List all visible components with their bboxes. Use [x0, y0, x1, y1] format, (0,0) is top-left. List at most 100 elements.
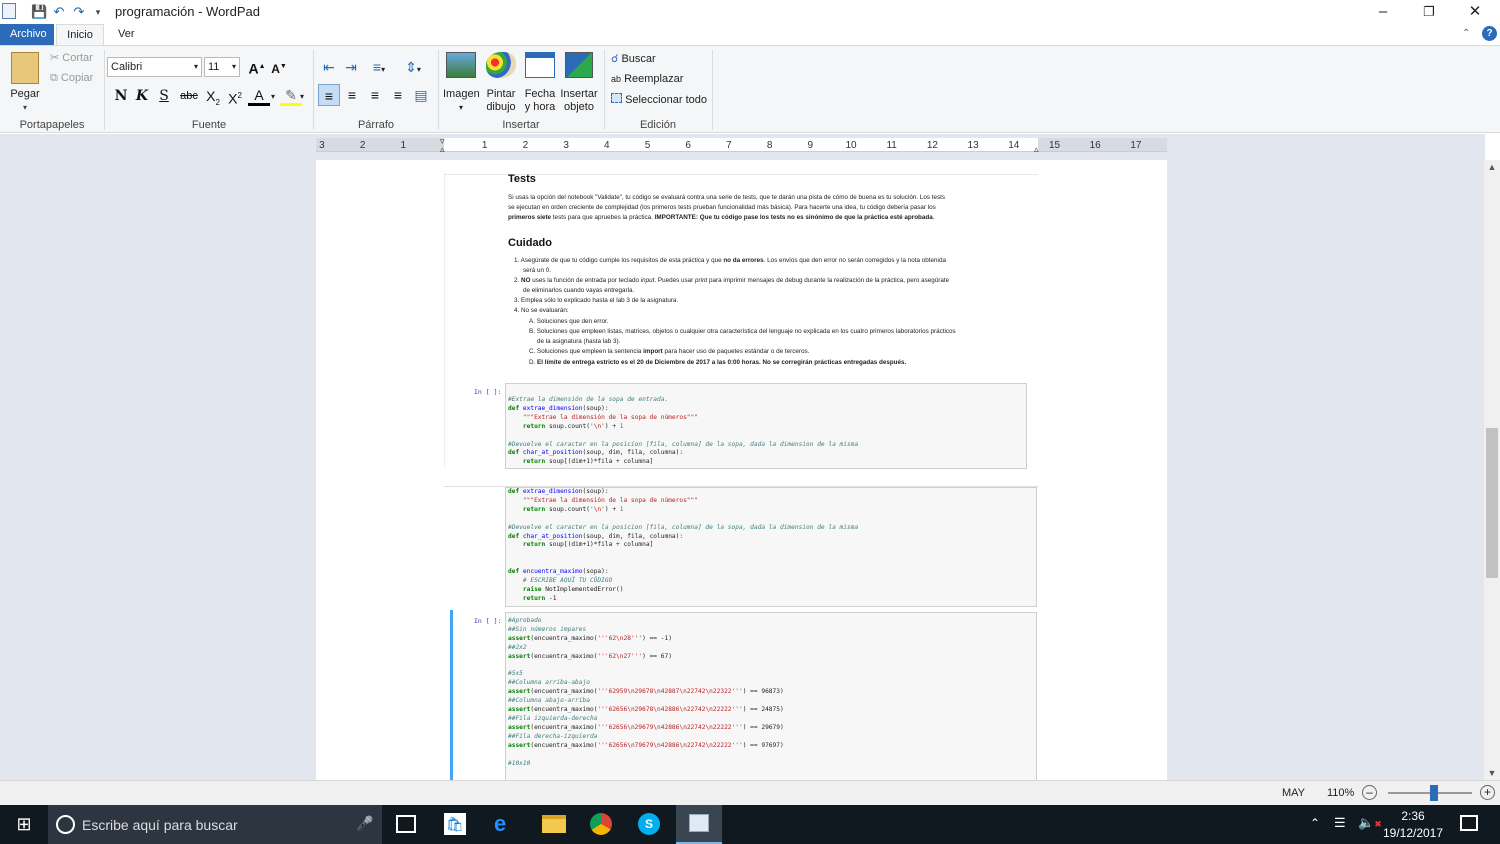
chevron-down-icon: ▾	[193, 62, 198, 71]
zoom-out-button[interactable]: –	[1362, 785, 1377, 800]
redo-icon[interactable]: ↷	[71, 4, 87, 20]
code-comment: #Extrae la dimensión de la sopa de entra…	[508, 396, 669, 403]
code-keyword: return	[508, 541, 546, 549]
ruler-tick-label: 3	[319, 140, 325, 151]
show-hidden-icons-icon[interactable]: ⌃	[1310, 816, 1320, 830]
clock-time[interactable]: 2:36	[1384, 809, 1442, 823]
code-text: ) == 67)	[642, 652, 672, 660]
line-spacing-icon[interactable]: ⇕▾	[399, 56, 427, 78]
edge-icon[interactable]: e	[494, 811, 506, 837]
document-page[interactable]: Tests Si usas la opción del notebook "Va…	[316, 160, 1167, 780]
date-time-button[interactable]: Fecha y hora	[522, 52, 558, 114]
scrollbar-thumb[interactable]	[1486, 428, 1498, 578]
tab-archivo[interactable]: Archivo	[0, 24, 54, 45]
font-group-label: Fuente	[191, 119, 227, 131]
search-box[interactable]: Escribe aquí para buscar 🎤	[48, 805, 382, 844]
minimize-button[interactable]: –	[1360, 0, 1406, 24]
network-icon[interactable]: ☰	[1334, 815, 1346, 831]
ruler-tick-label: 11	[886, 140, 897, 151]
find-button[interactable]: ☌ Buscar	[611, 53, 656, 66]
store-icon[interactable]: 🛍	[444, 813, 466, 835]
paste-label: Pegar	[10, 88, 40, 100]
list-text: D.	[529, 359, 538, 366]
superscript-icon[interactable]: X2	[224, 85, 246, 107]
collapse-ribbon-icon[interactable]: ⌃	[1462, 28, 1470, 39]
save-icon[interactable]: 💾	[31, 4, 47, 20]
help-icon[interactable]: ?	[1482, 26, 1497, 41]
maximize-button[interactable]: ❐	[1406, 0, 1452, 24]
scroll-up-icon[interactable]: ▲	[1484, 162, 1500, 172]
code-string: '''62\n28'''	[597, 634, 643, 642]
customize-quick-access-icon[interactable]: ▾	[90, 4, 106, 20]
wordpad-taskbar-button[interactable]	[676, 805, 722, 844]
highlight-icon[interactable]: ✎	[280, 84, 302, 106]
tab-ver[interactable]: Ver	[108, 24, 144, 45]
paragraph-settings-icon[interactable]: ▤	[410, 84, 432, 106]
grow-font-icon[interactable]: A▲	[246, 56, 268, 78]
underline-button[interactable]: S	[153, 85, 175, 107]
font-color-icon[interactable]: A	[248, 84, 270, 106]
font-family-select[interactable]: Calibri ▾	[107, 57, 202, 77]
italic-button[interactable]: K	[131, 85, 153, 107]
list-item-2-cont: de eliminarlos cuando vayas entregarla.	[523, 287, 635, 294]
date-label-1: Fecha	[524, 88, 556, 100]
paint-drawing-button[interactable]: Pintar dibujo	[482, 52, 520, 114]
insert-object-button[interactable]: Insertar objeto	[559, 52, 599, 114]
right-indent-marker-icon[interactable]: ▵	[1034, 144, 1039, 155]
font-size-select[interactable]: 11 ▾	[204, 57, 240, 77]
code-text: ) +	[604, 505, 620, 513]
cut-button[interactable]: ✂ Cortar	[50, 52, 93, 65]
bold-button[interactable]: N	[110, 85, 132, 107]
ruler-tick-label: 3	[563, 140, 569, 151]
ruler[interactable]: 3 2 1 1 2 3 4 5 6 7 8 9 10 11 12 13 14 15 16 17 ▿ ▵ ▵	[316, 136, 1167, 155]
volume-muted-icon[interactable]: 🔈✖	[1358, 815, 1382, 831]
list-italic: input	[640, 277, 655, 284]
chevron-down-icon[interactable]: ▾	[300, 92, 304, 101]
zoom-in-button[interactable]: +	[1480, 785, 1495, 800]
decrease-indent-icon[interactable]: ⇤	[318, 56, 340, 78]
action-center-icon[interactable]	[1460, 815, 1478, 831]
object-icon	[565, 52, 593, 78]
wordpad-app-icon[interactable]	[2, 3, 16, 19]
file-explorer-icon[interactable]	[542, 815, 566, 833]
windows-start-icon[interactable]: ⊞	[0, 805, 48, 844]
skype-icon[interactable]: S	[638, 813, 660, 835]
paint-label-2: dibujo	[486, 101, 516, 113]
increase-indent-icon[interactable]: ⇥	[340, 56, 362, 78]
align-right-icon[interactable]: ≡	[364, 84, 386, 106]
copy-button[interactable]: ⧉ Copiar	[50, 72, 93, 85]
insert-image-button[interactable]: Imagen ▾	[443, 52, 480, 114]
microphone-icon[interactable]: 🎤	[356, 815, 373, 832]
replace-button[interactable]: ab Reemplazar	[611, 73, 683, 86]
scroll-down-icon[interactable]: ▼	[1484, 768, 1500, 778]
hanging-indent-marker-icon[interactable]: ▵	[440, 144, 445, 155]
clock-date[interactable]: 19/12/2017	[1380, 826, 1446, 840]
chevron-down-icon: ▾	[458, 103, 463, 112]
ribbon-tabs: Archivo Inicio Ver ⌃ ?	[0, 24, 1500, 45]
shrink-font-icon[interactable]: A▼	[268, 56, 290, 78]
paste-button[interactable]: Pegar ▾	[6, 50, 44, 112]
code-comment: ##Fila izquierda-derecha	[508, 714, 598, 722]
task-view-icon[interactable]	[396, 815, 416, 833]
tab-inicio[interactable]: Inicio	[56, 24, 104, 45]
code-string: """Extrae la dimensión de la sopa de núm…	[508, 496, 698, 504]
subscript-icon[interactable]: X2	[202, 85, 224, 107]
align-center-icon[interactable]: ≡	[341, 84, 363, 106]
undo-icon[interactable]: ↶	[51, 4, 67, 20]
code-string: '''62959\n29678\n42887\n22742\n22322'''	[597, 688, 743, 696]
select-all-button[interactable]: Seleccionar todo	[611, 93, 707, 107]
bullets-icon[interactable]: ≡▾	[364, 56, 394, 78]
align-left-icon[interactable]: ≡	[318, 84, 340, 106]
code-text: (soup):	[582, 404, 609, 412]
chrome-icon[interactable]	[590, 813, 612, 835]
justify-icon[interactable]: ≡	[387, 84, 409, 106]
code-text: (encuentra_maximo(	[530, 706, 598, 714]
font-family-value: Calibri	[111, 61, 143, 73]
list-bold: El límite de entrega estricto es el 20 d…	[537, 359, 907, 366]
chevron-down-icon[interactable]: ▾	[271, 92, 275, 101]
code-text: soup[(dim+1)*fila + columna]	[545, 458, 654, 466]
zoom-slider-thumb[interactable]	[1430, 785, 1439, 801]
close-button[interactable]: ✕	[1452, 0, 1498, 24]
strikethrough-button[interactable]: abc	[176, 85, 202, 107]
list-item-c: C. Soluciones que empleen la sentencia i…	[529, 347, 809, 357]
